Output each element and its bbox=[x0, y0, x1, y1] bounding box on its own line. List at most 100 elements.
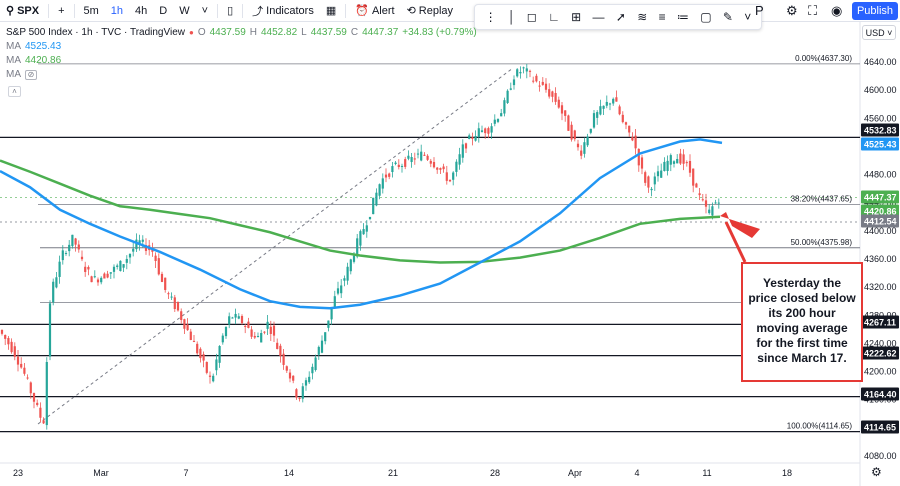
candle-body bbox=[116, 265, 119, 267]
candle-body bbox=[80, 256, 84, 260]
candle-body bbox=[448, 179, 452, 182]
currency-label: USD bbox=[865, 27, 885, 38]
candle-body bbox=[10, 341, 13, 353]
candle-body bbox=[109, 272, 112, 274]
candle-body bbox=[714, 202, 717, 204]
candle-body bbox=[679, 153, 682, 164]
chart-settings-gear-icon[interactable]: ⚙ bbox=[871, 465, 882, 479]
price-tick-label: 4320.00 bbox=[864, 282, 897, 292]
candle-body bbox=[436, 167, 439, 170]
currency-selector[interactable]: USD ˅ bbox=[862, 25, 896, 40]
legend-close: 4447.37 bbox=[362, 27, 399, 38]
eye-off-icon[interactable]: ⊘ bbox=[25, 70, 37, 80]
candle-body bbox=[413, 158, 416, 160]
fib-label: 100.00%(4114.65) bbox=[787, 422, 853, 431]
candle-body bbox=[672, 161, 676, 164]
candle-body bbox=[372, 197, 375, 215]
candle-body bbox=[458, 154, 461, 165]
candle-body bbox=[186, 324, 189, 331]
candle-body bbox=[45, 361, 48, 426]
candle-body bbox=[432, 161, 436, 168]
candle-body bbox=[170, 296, 173, 298]
candle-body bbox=[260, 333, 263, 343]
trend-line[interactable] bbox=[37, 67, 514, 425]
candle-body bbox=[20, 363, 23, 368]
time-tick-label: 28 bbox=[490, 468, 500, 478]
candle-body bbox=[253, 335, 256, 338]
candle-body bbox=[528, 70, 532, 72]
candle-body bbox=[295, 389, 298, 398]
candle-body bbox=[602, 105, 605, 109]
collapse-legend-icon[interactable]: ˄ bbox=[8, 86, 21, 97]
candle-body bbox=[384, 174, 388, 178]
candle-body bbox=[701, 199, 704, 201]
candle-body bbox=[244, 325, 247, 327]
candle-body bbox=[624, 122, 628, 125]
candle-body bbox=[272, 325, 276, 336]
candle-body bbox=[640, 157, 644, 169]
candle-body bbox=[228, 316, 231, 325]
candle-body bbox=[340, 285, 343, 294]
candle-body bbox=[365, 225, 368, 232]
price-tick-label: 4600.00 bbox=[864, 85, 897, 95]
candle-body bbox=[519, 71, 522, 74]
candle-body bbox=[525, 68, 528, 72]
candle-body bbox=[189, 331, 192, 340]
candle-body bbox=[308, 376, 311, 383]
candle-body bbox=[327, 320, 330, 328]
candle-body bbox=[656, 171, 660, 177]
candle-body bbox=[84, 266, 87, 272]
candle-body bbox=[420, 151, 423, 161]
price-label-text: 4447.37 bbox=[864, 193, 897, 203]
candle-body bbox=[29, 382, 32, 394]
candle-body bbox=[378, 184, 381, 196]
candle-body bbox=[477, 128, 480, 137]
candle-body bbox=[224, 327, 228, 337]
legend-ma1-row[interactable]: MA 4525.43 bbox=[6, 40, 477, 54]
candle-body bbox=[490, 126, 493, 133]
price-tick-label: 4200.00 bbox=[864, 367, 897, 377]
candle-body bbox=[39, 407, 42, 418]
candle-body bbox=[426, 155, 429, 160]
candle-body bbox=[375, 192, 378, 206]
candle-body bbox=[439, 168, 442, 170]
legend-hidden-row[interactable]: MA ⊘ bbox=[6, 68, 477, 82]
legend-main-row: S&P 500 Index · 1h · TVC · TradingView ●… bbox=[6, 26, 477, 40]
candle-body bbox=[628, 125, 631, 133]
candle-body bbox=[429, 160, 432, 164]
candle-body bbox=[368, 216, 372, 220]
candle-body bbox=[96, 279, 100, 283]
legend-ma1-name: MA bbox=[6, 41, 21, 52]
candle-body bbox=[704, 200, 708, 207]
legend-hidden-ma-name: MA bbox=[6, 69, 21, 80]
price-label-text: 4525.43 bbox=[864, 140, 897, 150]
candle-body bbox=[400, 165, 404, 167]
fib-label: 50.00%(4375.98) bbox=[791, 238, 853, 247]
candle-body bbox=[240, 316, 244, 324]
candle-body bbox=[176, 301, 180, 311]
legend-ma2-row[interactable]: MA 4420.86 bbox=[6, 54, 477, 68]
candle-body bbox=[32, 393, 36, 402]
price-tick-label: 4560.00 bbox=[864, 113, 897, 123]
candle-body bbox=[509, 88, 512, 90]
candle-body bbox=[586, 136, 589, 146]
candle-body bbox=[90, 276, 93, 283]
time-tick-label: 11 bbox=[702, 468, 711, 478]
annotation-callout[interactable]: Yesterday the price closed below its 200… bbox=[741, 262, 863, 382]
candle-body bbox=[87, 266, 90, 270]
price-tick-label: 4480.00 bbox=[864, 170, 897, 180]
legend-ma1-value: 4525.43 bbox=[25, 41, 62, 52]
candle-body bbox=[64, 252, 68, 254]
legend-high: 4452.82 bbox=[261, 27, 298, 38]
candle-body bbox=[42, 420, 45, 424]
candle-body bbox=[541, 81, 544, 85]
candle-body bbox=[103, 273, 106, 279]
candle-body bbox=[548, 89, 551, 97]
candle-body bbox=[394, 162, 397, 165]
candle-body bbox=[445, 172, 448, 181]
candle-body bbox=[359, 231, 362, 246]
candle-body bbox=[708, 209, 711, 214]
candle-body bbox=[416, 153, 420, 155]
legend-change: +34.83 (+0.79%) bbox=[402, 27, 477, 38]
candle-body bbox=[663, 161, 666, 172]
